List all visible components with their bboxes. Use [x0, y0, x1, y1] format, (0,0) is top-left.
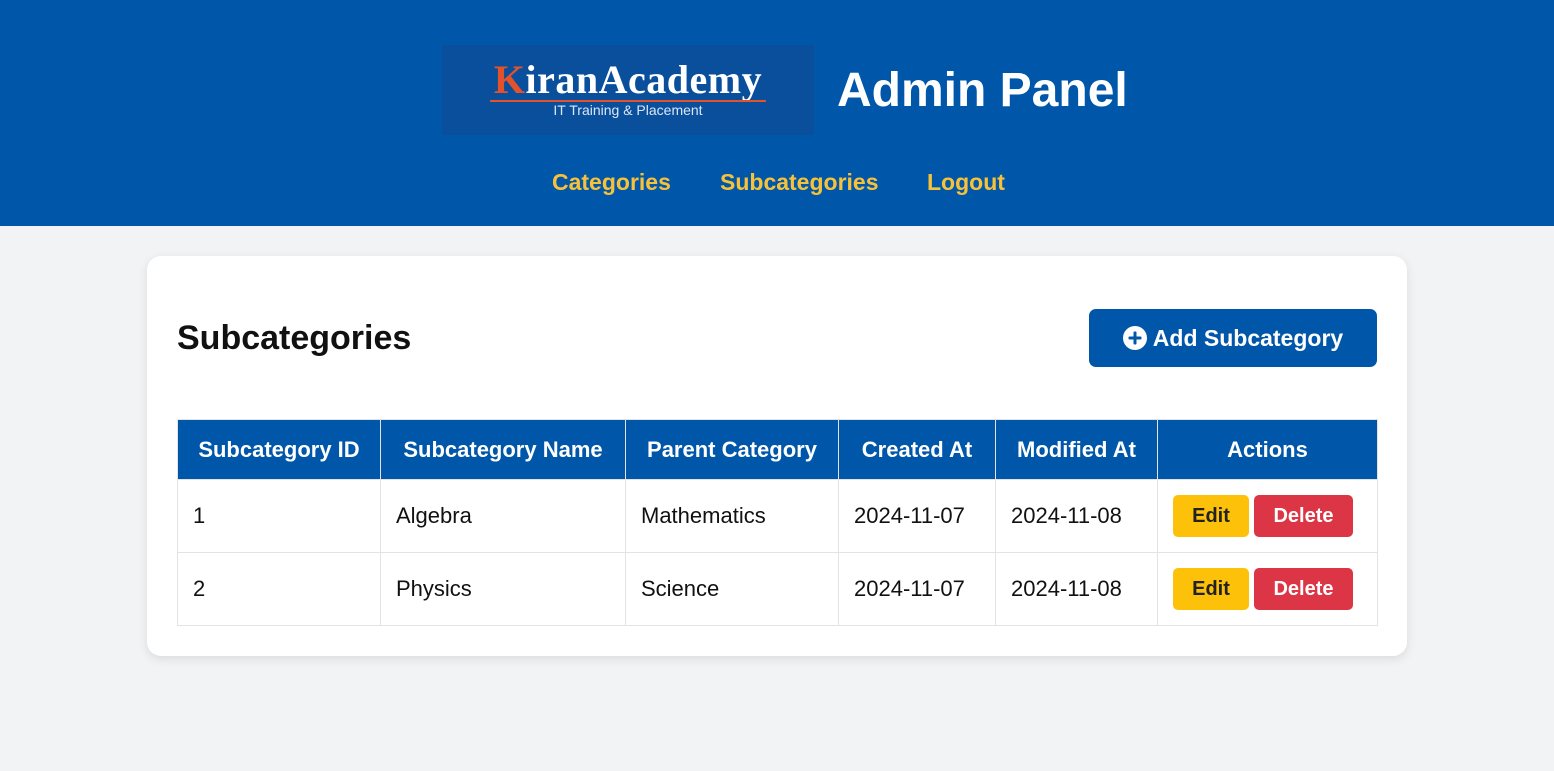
cell-modified: 2024-11-08	[995, 552, 1158, 626]
logo-tagline: IT Training & Placement	[553, 102, 703, 118]
table-header-row: Subcategory ID Subcategory Name Parent C…	[177, 419, 1378, 480]
add-subcategory-label: Add Subcategory	[1152, 324, 1344, 351]
column-header-parent: Parent Category	[625, 419, 839, 480]
cell-parent: Science	[625, 552, 839, 626]
logo-first-letter: K	[493, 57, 526, 102]
nav-link-subcategories[interactable]: Subcategories	[720, 168, 879, 196]
nav-link-logout[interactable]: Logout	[927, 168, 1005, 196]
nav-link-categories[interactable]: Categories	[552, 168, 671, 196]
column-header-actions: Actions	[1157, 419, 1378, 480]
column-header-name: Subcategory Name	[380, 419, 626, 480]
cell-actions: Edit Delete	[1157, 552, 1378, 626]
edit-button[interactable]: Edit	[1173, 495, 1249, 537]
cell-name: Algebra	[380, 479, 626, 553]
column-header-modified: Modified At	[995, 419, 1158, 480]
cell-name: Physics	[380, 552, 626, 626]
subcategories-card: Subcategories Add Subcategory Subcategor…	[147, 256, 1407, 656]
add-subcategory-button[interactable]: Add Subcategory	[1089, 309, 1377, 367]
column-header-id: Subcategory ID	[177, 419, 381, 480]
page-title: Admin Panel	[837, 64, 1128, 117]
site-header: KiranAcademy IT Training & Placement Adm…	[0, 0, 1554, 226]
table-row: 2 Physics Science 2024-11-07 2024-11-08 …	[177, 552, 1378, 626]
plus-circle-icon	[1122, 326, 1147, 350]
logo-brand-rest: iranAcademy	[525, 57, 763, 102]
cell-actions: Edit Delete	[1157, 479, 1378, 553]
subcategories-table: Subcategory ID Subcategory Name Parent C…	[177, 419, 1378, 626]
cell-id: 1	[177, 479, 381, 553]
cell-id: 2	[177, 552, 381, 626]
cell-modified: 2024-11-08	[995, 479, 1158, 553]
cell-parent: Mathematics	[625, 479, 839, 553]
edit-button[interactable]: Edit	[1173, 568, 1249, 610]
delete-button[interactable]: Delete	[1254, 495, 1353, 537]
table-row: 1 Algebra Mathematics 2024-11-07 2024-11…	[177, 479, 1378, 553]
section-title: Subcategories	[177, 319, 412, 357]
column-header-created: Created At	[838, 419, 996, 480]
logo-wordmark: KiranAcademy	[442, 58, 814, 102]
kiran-academy-logo[interactable]: KiranAcademy IT Training & Placement	[442, 45, 814, 135]
delete-button[interactable]: Delete	[1254, 568, 1353, 610]
cell-created: 2024-11-07	[838, 552, 996, 626]
cell-created: 2024-11-07	[838, 479, 996, 553]
